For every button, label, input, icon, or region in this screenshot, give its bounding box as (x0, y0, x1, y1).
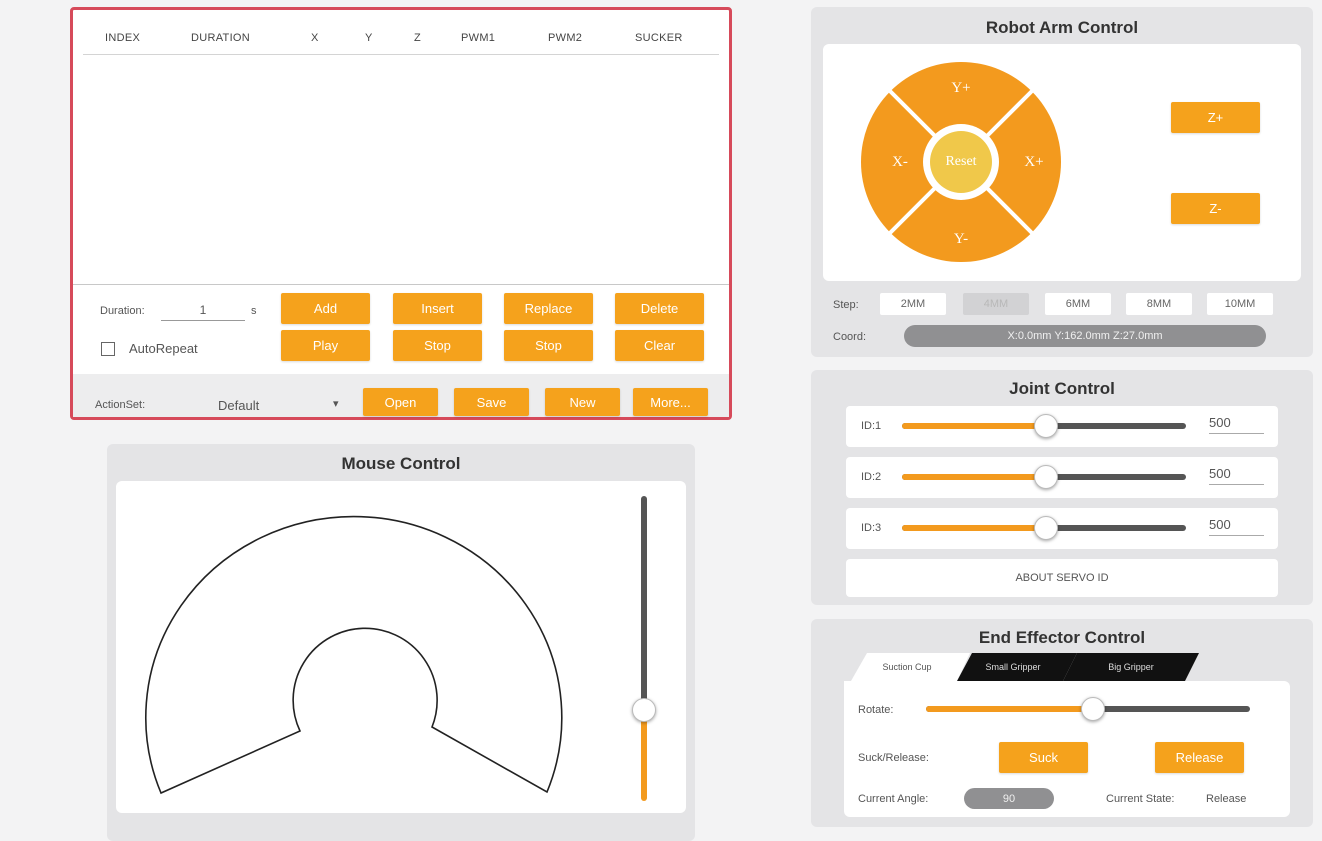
joint-row-2: ID:2 500 (846, 457, 1278, 498)
joint-3-label: ID:3 (861, 522, 882, 534)
duration-input[interactable]: 1 (161, 301, 245, 321)
joint-3-value[interactable]: 500 (1209, 517, 1264, 536)
joint-1-slider-fill (902, 423, 1044, 429)
step-label: Step: (833, 299, 859, 311)
suck-release-label: Suck/Release: (858, 752, 929, 764)
current-state-label: Current State: (1106, 793, 1175, 805)
vertical-slider-knob[interactable] (632, 698, 656, 722)
x-plus-button[interactable]: X+ (1017, 154, 1051, 171)
step-10mm-button[interactable]: 10MM (1207, 293, 1273, 315)
end-effector-panel: End Effector Control Suction Cup Small G… (811, 619, 1313, 827)
autorepeat-checkbox[interactable] (101, 342, 115, 356)
rotate-label: Rotate: (858, 704, 894, 716)
clear-button[interactable]: Clear (615, 330, 704, 361)
mouse-control-area (116, 481, 686, 813)
effector-content: Rotate: Suck/Release: Suck Release Curre… (844, 681, 1290, 817)
suck-button[interactable]: Suck (999, 742, 1088, 773)
duration-value: 1 (199, 303, 207, 317)
action-group-panel: INDEX DURATION X Y Z PWM1 PWM2 SUCKER Du… (70, 7, 732, 420)
autorepeat-label: AutoRepeat (129, 341, 198, 356)
joint-2-knob[interactable] (1034, 465, 1058, 489)
actionset-select[interactable]: Default ▾ (208, 394, 348, 416)
step-8mm-button[interactable]: 8MM (1126, 293, 1192, 315)
insert-button[interactable]: Insert (393, 293, 482, 324)
about-servo-id-button[interactable]: ABOUT SERVO ID (846, 559, 1278, 597)
z-plus-button[interactable]: Z+ (1171, 102, 1260, 133)
replace-button[interactable]: Replace (504, 293, 593, 324)
joint-2-value[interactable]: 500 (1209, 466, 1264, 485)
step-6mm-button[interactable]: 6MM (1045, 293, 1111, 315)
column-header-y: Y (365, 32, 373, 44)
column-header-pwm2: PWM2 (548, 32, 583, 44)
robot-arm-panel: Robot Arm Control Y+ Y- X+ X- Reset Z+ Z… (811, 7, 1313, 357)
tab-suction-cup[interactable]: Suction Cup (863, 662, 951, 672)
x-minus-button[interactable]: X- (883, 154, 917, 171)
table-divider (73, 284, 729, 285)
z-minus-button[interactable]: Z- (1171, 193, 1260, 224)
y-minus-button[interactable]: Y- (944, 231, 978, 248)
actionset-label: ActionSet: (95, 399, 146, 411)
header-divider (83, 54, 719, 55)
more-button[interactable]: More... (633, 388, 708, 416)
current-angle-value: 90 (964, 788, 1054, 809)
actionset-value: Default (218, 398, 260, 413)
reset-button[interactable]: Reset (936, 154, 986, 170)
save-button[interactable]: Save (454, 388, 529, 416)
joint-1-label: ID:1 (861, 420, 882, 432)
current-state-value: Release (1206, 793, 1247, 805)
action-table-body[interactable] (83, 56, 719, 282)
rotate-knob[interactable] (1081, 697, 1105, 721)
joint-3-slider-fill (902, 525, 1044, 531)
coord-display: X:0.0mm Y:162.0mm Z:27.0mm (904, 325, 1266, 347)
workspace-sector[interactable] (116, 481, 686, 813)
play-button[interactable]: Play (281, 330, 370, 361)
joint-control-panel: Joint Control ID:1 500 ID:2 500 ID:3 500… (811, 370, 1313, 605)
delete-button[interactable]: Delete (615, 293, 704, 324)
joint-2-slider-fill (902, 474, 1044, 480)
robot-arm-pad-area: Y+ Y- X+ X- Reset Z+ Z- (823, 44, 1301, 281)
column-header-sucker: SUCKER (635, 32, 683, 44)
end-effector-title: End Effector Control (978, 628, 1146, 647)
column-header-index: INDEX (105, 32, 141, 44)
duration-label: Duration: (100, 305, 145, 317)
robot-arm-title: Robot Arm Control (985, 18, 1139, 37)
chevron-down-icon: ▾ (333, 398, 339, 410)
vertical-slider-fill (641, 710, 647, 801)
joint-1-value[interactable]: 500 (1209, 415, 1264, 434)
joint-row-1: ID:1 500 (846, 406, 1278, 447)
joint-row-3: ID:3 500 (846, 508, 1278, 549)
coord-label: Coord: (833, 331, 867, 343)
tab-big-gripper[interactable]: Big Gripper (1081, 662, 1181, 672)
column-header-duration: DURATION (191, 32, 251, 44)
column-header-z: Z (414, 32, 422, 44)
release-button[interactable]: Release (1155, 742, 1244, 773)
tab-small-gripper[interactable]: Small Gripper (969, 662, 1057, 672)
joint-1-knob[interactable] (1034, 414, 1058, 438)
joint-2-label: ID:2 (861, 471, 882, 483)
joint-3-knob[interactable] (1034, 516, 1058, 540)
add-button[interactable]: Add (281, 293, 370, 324)
current-angle-label: Current Angle: (858, 793, 929, 805)
rotate-slider-fill (926, 706, 1088, 712)
column-header-pwm1: PWM1 (461, 32, 496, 44)
mouse-control-panel: Mouse Control (107, 444, 695, 841)
column-header-x: X (311, 32, 319, 44)
y-plus-button[interactable]: Y+ (944, 80, 978, 97)
stop-all-button[interactable]: Stop (504, 330, 593, 361)
mouse-control-title: Mouse Control (341, 454, 461, 473)
stop-button[interactable]: Stop (393, 330, 482, 361)
duration-unit: s (251, 305, 257, 317)
vertical-slider-track[interactable] (641, 496, 647, 710)
joint-control-title: Joint Control (1009, 379, 1115, 398)
step-4mm-button[interactable]: 4MM (963, 293, 1029, 315)
new-button[interactable]: New (545, 388, 620, 416)
step-2mm-button[interactable]: 2MM (880, 293, 946, 315)
open-button[interactable]: Open (363, 388, 438, 416)
